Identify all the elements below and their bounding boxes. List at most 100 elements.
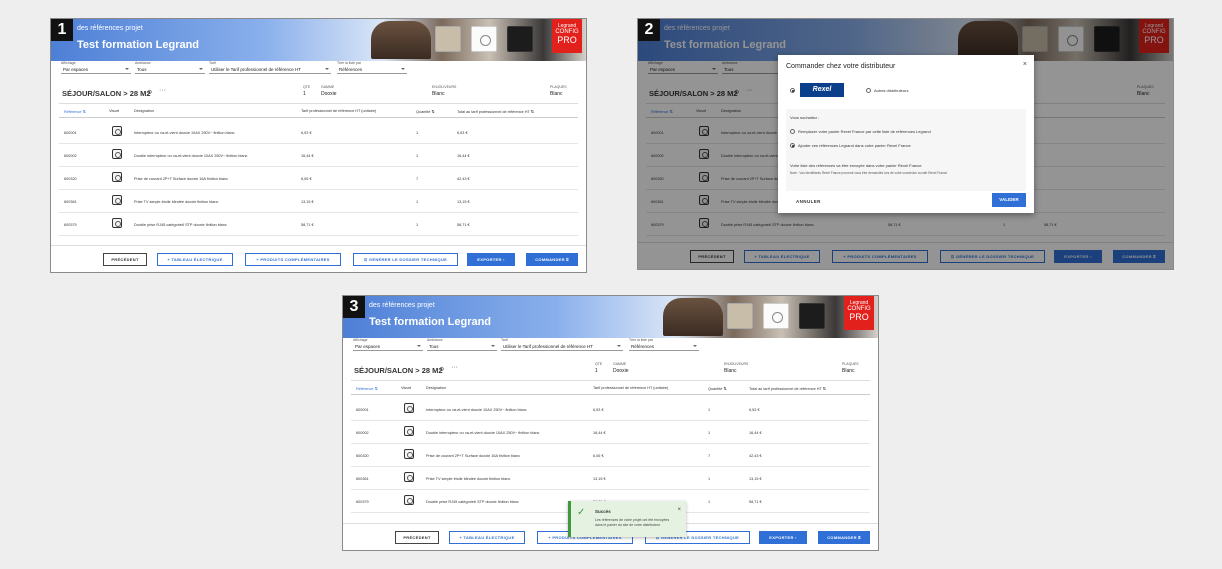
product-icon <box>404 403 414 413</box>
replace-basket-radio[interactable] <box>790 129 795 134</box>
previous-button[interactable]: PRÉCÉDENT <box>103 253 147 266</box>
banner-photo <box>371 21 431 59</box>
step-badge: 1 <box>51 19 73 41</box>
order-button[interactable]: COMMANDER ⌗ <box>526 253 578 266</box>
filters-bar: Affichage Par espaces Ambiance Tous Tarif U… <box>353 338 878 356</box>
banner-photo <box>663 298 723 336</box>
plate-black-image <box>799 303 825 329</box>
header-banner: des références projet Test formation Leg… <box>343 296 878 338</box>
export-button[interactable]: EXPORTER › <box>467 253 515 266</box>
more-icon[interactable]: ··· <box>159 87 166 94</box>
plate-white-image <box>471 26 497 52</box>
table-row: 600361 Prise TV simple étoile blindée doo… <box>351 467 870 490</box>
more-icon[interactable]: ··· <box>451 364 458 371</box>
distributor-modal: Commander chez votre distributeur × Rexe… <box>778 55 1034 213</box>
plates-info: PLAQUES Blanc <box>550 85 567 97</box>
ambiance-select[interactable]: Ambiance Tous <box>135 61 205 74</box>
previous-button[interactable]: PRÉCÉDENT <box>395 531 439 544</box>
settings-icon[interactable]: ⚙ <box>439 366 444 373</box>
tariff-select[interactable]: Tarif Utiliser le Tarif professionnel de … <box>209 61 331 74</box>
filters-bar: Affichage Par espaces Ambiance Tous Tarif U… <box>61 61 586 79</box>
project-title: Test formation Legrand <box>77 39 200 51</box>
settings-icon[interactable]: ⚙ <box>147 89 152 96</box>
rexel-logo: Rexel <box>800 83 844 97</box>
validate-button[interactable]: VALIDER <box>992 193 1026 207</box>
note-text: Note : Vos identifiants Rexel France pou… <box>790 171 948 175</box>
product-icon <box>112 126 122 136</box>
col-quantity[interactable]: Quantité ⇅ <box>708 386 727 391</box>
modal-title: Commander chez votre distributeur <box>786 63 896 70</box>
table-row: 600001 Interrupteur ou va-et-vient dooxie… <box>351 398 870 421</box>
replace-basket-label: Remplacer votre panier Rexel France par … <box>798 129 931 134</box>
plate-beige-image <box>727 303 753 329</box>
table-row: 600002 Double interrupteur ou va-et-vient… <box>59 144 578 167</box>
options-box: Vous souhaitez : Remplacer votre panier … <box>786 109 1026 191</box>
col-designation: Désignation <box>134 109 155 113</box>
cancel-button[interactable]: ANNULER <box>796 199 821 204</box>
step-badge: 2 <box>638 19 660 41</box>
room-title: SÉJOUR/SALON > 28 M2 <box>354 366 443 375</box>
room-section: SÉJOUR/SALON > 28 M2 ⚙ ··· QTE 1 GAMME Doo… <box>59 81 578 104</box>
tariff-select[interactable]: Tarif Utiliser le Tarif professionnel de … <box>501 338 623 351</box>
success-toast: ✓ Succès Les références de votre projet … <box>568 501 686 537</box>
sort-select[interactable]: Trier la liste par Références <box>337 61 407 74</box>
close-icon[interactable]: × <box>1023 61 1027 68</box>
plate-beige-image <box>435 26 461 52</box>
complementary-products-button[interactable]: + PRODUITS COMPLÉMENTAIRES <box>245 253 341 266</box>
table-row: 600320 Prise de courant 2P+T Surface doox… <box>59 167 578 190</box>
project-title: Test formation Legrand <box>369 316 492 328</box>
room-section: SÉJOUR/SALON > 28 M2 ⚙ ··· QTE 1 GAMME Doo… <box>351 358 870 381</box>
screenshot-panel-1: 1 des références projet Test formation L… <box>50 18 587 273</box>
range-info: GAMME Dooxie <box>321 85 337 97</box>
col-unit-price: Tarif professionnel de référence HT (uni… <box>301 109 377 113</box>
electrical-panel-button[interactable]: + TABLEAU ÉLECTRIQUE <box>449 531 525 544</box>
legrand-logo: Legrand CONFIG PRO <box>552 19 582 53</box>
plates-info: PLAQUES Blanc <box>842 362 859 374</box>
display-select[interactable]: Affichage Par espaces <box>353 338 423 351</box>
product-icon <box>404 472 414 482</box>
enclosure-info: ENJOLIVEURS Blanc <box>724 362 749 374</box>
other-distributors-radio[interactable] <box>866 88 871 93</box>
qty-info: QTE 1 <box>595 362 603 374</box>
enclosure-info: ENJOLIVEURS Blanc <box>432 85 457 97</box>
step-badge: 3 <box>343 296 365 318</box>
electrical-panel-button[interactable]: + TABLEAU ÉLECTRIQUE <box>157 253 233 266</box>
screenshot-panel-3: 3 des références projet Test formation L… <box>342 295 879 551</box>
add-basket-label: Ajouter ces références Legrand dans votr… <box>798 143 911 148</box>
table-row: 600379 Double prise RJ45 catégorie6 STP d… <box>59 213 578 236</box>
plate-white-image <box>763 303 789 329</box>
header-banner: des références projet Test formation Leg… <box>51 19 586 61</box>
table-row: 600320 Prise de courant 2P+T Surface doox… <box>351 444 870 467</box>
add-basket-radio[interactable] <box>790 143 795 148</box>
product-icon <box>112 218 122 228</box>
table-header: Référence ⇅ Visuel Désignation Tarif pro… <box>59 105 578 118</box>
col-visual: Visuel <box>401 386 412 390</box>
col-unit-price: Tarif professionnel de référence HT (uni… <box>593 386 669 390</box>
banner-subtitle: des références projet <box>369 302 435 309</box>
action-bar: PRÉCÉDENT + TABLEAU ÉLECTRIQUE + PRODUIT… <box>51 245 586 272</box>
col-designation: Désignation <box>426 386 447 390</box>
ambiance-select[interactable]: Ambiance Tous <box>427 338 497 351</box>
col-quantity[interactable]: Quantité ⇅ <box>416 109 435 114</box>
sort-select[interactable]: Trier la liste par Références <box>629 338 699 351</box>
col-total[interactable]: Total au tarif professionnel de référenc… <box>457 109 534 114</box>
table-header: Référence ⇅ Visuel Désignation Tarif pro… <box>351 382 870 395</box>
toast-title: Succès <box>595 509 611 514</box>
col-visual: Visuel <box>109 109 120 113</box>
other-distributors-label: Autres distributeurs <box>874 88 909 93</box>
room-title: SÉJOUR/SALON > 28 M2 <box>62 89 151 98</box>
range-info: GAMME Dooxie <box>613 362 629 374</box>
close-icon[interactable]: × <box>677 507 681 513</box>
col-total[interactable]: Total au tarif professionnel de référenc… <box>749 386 826 391</box>
rexel-radio[interactable] <box>790 88 795 93</box>
order-button[interactable]: COMMANDER ⌗ <box>818 531 870 544</box>
product-icon <box>112 149 122 159</box>
col-reference[interactable]: Référence ⇅ <box>64 109 86 114</box>
question-label: Vous souhaitez : <box>790 115 820 120</box>
qty-info: QTE 1 <box>303 85 311 97</box>
screenshot-panel-2: 2 des références projet Test formation L… <box>637 18 1174 270</box>
export-button[interactable]: EXPORTER › <box>759 531 807 544</box>
col-reference[interactable]: Référence ⇅ <box>356 386 378 391</box>
display-select[interactable]: Affichage Par espaces <box>61 61 131 74</box>
technical-file-button[interactable]: ⊡ GÉNÉRER LE DOSSIER TECHNIQUE <box>353 253 458 266</box>
